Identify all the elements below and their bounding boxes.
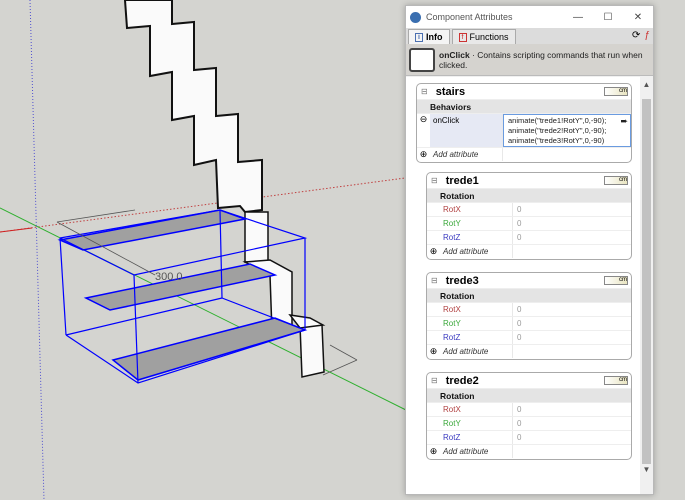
attribute-key: RotX [440,403,513,416]
attribute-key: RotZ [440,331,513,344]
component-name: trede3 [445,274,479,287]
component-name: trede1 [445,174,479,187]
add-attribute-icon[interactable]: ⊕ [427,446,440,457]
functions-icon: f [458,32,467,42]
component-trede2: ⊟ trede2 cm Rotation RotX 0 RotY 0 RotZ 0 ⊕ Ad… [426,372,632,460]
component-click-icon [409,47,435,72]
formula-edit-icon[interactable]: ➨ [620,116,628,126]
component-name: stairs [435,85,466,98]
group-header: Rotation [440,290,475,301]
scroll-up-icon[interactable]: ▲ [640,80,653,89]
info-icon: i [415,32,423,42]
onclick-line: animate("trede2!RotY",0,-90); [508,125,607,135]
attribute-key: onClick [430,114,503,147]
tab-label: Info [426,32,443,42]
app-icon [410,11,421,23]
refresh-icon[interactable]: ⟳ [632,30,640,41]
tab-label: Functions [469,32,509,42]
vertical-scrollbar[interactable]: ▲ ▼ [640,77,653,494]
onclick-line: animate("trede3!RotY",0,-90) [508,135,605,145]
component-stairs: ⊟ stairs cm Behaviors ⊖ onClick animate("t… [416,83,632,163]
help-text: · Contains scripting commands that run w… [439,49,643,70]
add-attribute-button[interactable]: Add attribute [430,148,503,161]
collapse-toggle[interactable]: ⊟ [431,276,438,285]
collapse-toggle[interactable]: ⊟ [431,176,438,185]
scrollbar-thumb[interactable] [642,99,651,464]
group-header: Behaviors [430,101,472,112]
scroll-down-icon[interactable]: ▼ [640,465,653,474]
onclick-line: animate("trede1!RotY",0,-90); [508,115,607,125]
add-attribute-icon[interactable]: ⊕ [427,346,440,357]
attribute-key: RotY [440,217,513,230]
help-term: onClick [439,49,470,60]
units-badge[interactable]: cm [604,276,628,285]
attribute-value[interactable]: 0 [513,231,631,244]
component-name: trede2 [445,374,479,387]
attribute-value[interactable]: 0 [513,331,631,344]
tab-bar: i Info f Functions ⟳ ƒ [406,28,653,44]
maximize-button[interactable]: ☐ [593,12,623,23]
attribute-key: RotY [440,317,513,330]
component-attributes-window: Component Attributes — ☐ ✕ i Info f Functi… [405,5,654,495]
attribute-value[interactable]: 0 [513,203,631,216]
attribute-value[interactable]: 0 [513,417,631,430]
component-trede1: ⊟ trede1 cm Rotation RotX 0 RotY 0 RotZ 0 ⊕ Ad… [426,172,632,260]
window-title: Component Attributes [426,12,513,22]
add-attribute-icon[interactable]: ⊕ [417,149,430,160]
attribute-value[interactable]: 0 [513,431,631,444]
add-attribute-button[interactable]: Add attribute [440,245,513,258]
remove-attribute-icon[interactable]: ⊖ [417,114,430,147]
toggle-formula-icon[interactable]: ƒ [644,30,650,41]
risers [242,211,326,378]
upper-stair-zigzag [123,0,263,214]
close-button[interactable]: ✕ [623,12,653,23]
attribute-value[interactable]: 0 [513,303,631,316]
tread-1 [57,209,248,251]
dimension-label: 300.0 [155,271,183,283]
attribute-key: RotY [440,417,513,430]
blue-axis [29,0,45,500]
add-attribute-button[interactable]: Add attribute [440,345,513,358]
red-axis-neg [0,227,33,233]
component-trede3: ⊟ trede3 cm Rotation RotX 0 RotY 0 RotZ 0 ⊕ Ad… [426,272,632,360]
help-bar: onClick · Contains scripting commands th… [406,44,653,76]
collapse-toggle[interactable]: ⊟ [421,87,428,96]
attribute-key: RotZ [440,231,513,244]
attribute-key: RotX [440,203,513,216]
attribute-key: RotZ [440,431,513,444]
units-badge[interactable]: cm [604,87,628,96]
collapse-toggle[interactable]: ⊟ [431,376,438,385]
attribute-value[interactable]: 0 [513,403,631,416]
units-badge[interactable]: cm [604,376,628,385]
add-attribute-button[interactable]: Add attribute [440,445,513,458]
tab-functions[interactable]: f Functions [451,29,516,44]
add-attribute-icon[interactable]: ⊕ [427,246,440,257]
tread-3 [111,317,308,381]
units-badge[interactable]: cm [604,176,628,185]
group-header: Rotation [440,390,475,401]
tab-info[interactable]: i Info [408,29,450,44]
group-header: Rotation [440,190,475,201]
attribute-value[interactable]: 0 [513,317,631,330]
minimize-button[interactable]: — [563,12,593,23]
attribute-value[interactable]: 0 [513,217,631,230]
onclick-value[interactable]: animate("trede1!RotY",0,-90); animate("t… [503,114,631,147]
attribute-key: RotX [440,303,513,316]
attributes-list: ⊟ stairs cm Behaviors ⊖ onClick animate("t… [406,77,641,494]
title-bar: Component Attributes — ☐ ✕ [406,6,653,28]
